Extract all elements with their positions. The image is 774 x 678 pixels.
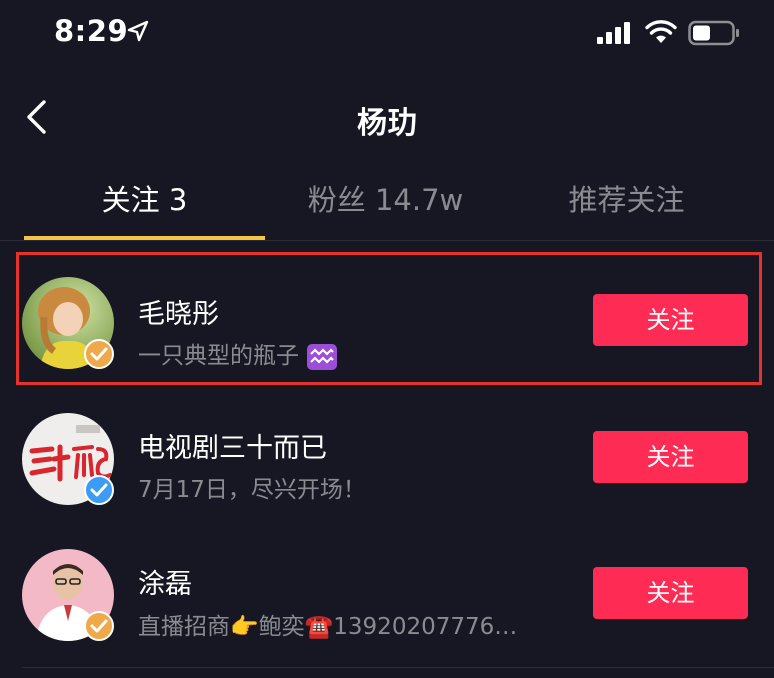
wifi-icon — [645, 20, 677, 43]
follow-button[interactable]: 关注 — [593, 567, 748, 619]
verified-badge-icon — [84, 475, 114, 505]
cellular-signal-icon — [597, 22, 630, 44]
back-button[interactable] — [20, 96, 56, 138]
avatar[interactable] — [22, 413, 114, 505]
battery-icon — [688, 20, 739, 46]
pointing-hand-icon: 👉 — [230, 614, 259, 640]
tab-following[interactable]: 关注 3 — [24, 170, 265, 230]
highlight-box — [16, 252, 762, 385]
user-name: 涂磊 — [138, 569, 192, 600]
user-bio-phone: 13920207776… — [333, 614, 518, 640]
user-bio: 直播招商👉鲍奕☎️13920207776… — [138, 607, 558, 641]
user-bio-text: 直播招商 — [138, 614, 230, 640]
tab-recommended[interactable]: 推荐关注 — [506, 170, 747, 230]
page-title: 杨玏 — [357, 106, 417, 141]
status-bar: 8:29 — [0, 0, 774, 68]
user-name: 电视剧三十而已 — [138, 433, 327, 464]
list-item[interactable]: 涂磊 直播招商👉鲍奕☎️13920207776… 关注 — [0, 527, 774, 663]
location-arrow-icon — [127, 20, 149, 42]
list-divider — [22, 667, 774, 668]
avatar[interactable] — [22, 549, 114, 641]
tab-bar: 关注 3 粉丝 14.7w 推荐关注 — [0, 170, 774, 240]
verified-badge-icon — [84, 611, 114, 641]
status-time: 8:29 — [54, 14, 129, 48]
telephone-icon: ☎️ — [304, 614, 334, 640]
follow-button[interactable]: 关注 — [593, 431, 748, 483]
user-bio-text: 鲍奕 — [258, 614, 305, 640]
tab-followers[interactable]: 粉丝 14.7w — [265, 170, 506, 230]
list-item[interactable]: 电视剧三十而已 7月17日，尽兴开场！ 关注 — [0, 391, 774, 527]
user-bio: 7月17日，尽兴开场！ — [138, 477, 366, 503]
